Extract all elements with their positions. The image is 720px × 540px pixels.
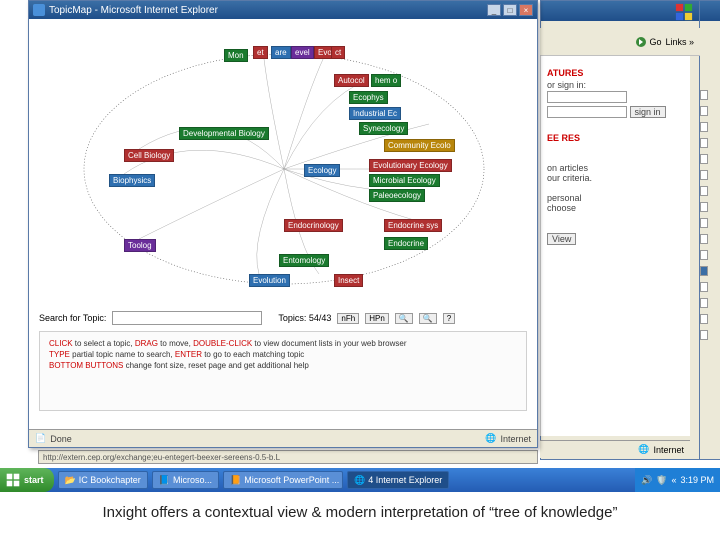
view-button[interactable]: View (547, 233, 576, 245)
features-heading: ATURES (547, 68, 684, 78)
windows-logo-icon (675, 3, 693, 21)
go-label: Go (649, 37, 661, 47)
topic-node[interactable]: Autocol (334, 74, 369, 87)
status-text: Done (50, 434, 72, 444)
topic-node[interactable]: ct (331, 46, 345, 59)
password-field[interactable] (547, 106, 627, 118)
prev-button[interactable]: nFh (337, 313, 359, 324)
free-heading: EE RES (547, 133, 684, 143)
search-bar: Search for Topic: Topics: 54/43 nFh HPn … (39, 311, 527, 325)
topic-node[interactable]: Evolutionary Ecology (369, 159, 452, 172)
topic-node[interactable]: Cell Biology (124, 149, 174, 162)
help-text: CLICK to select a topic, DRAG to move, D… (49, 339, 517, 371)
signin-heading: or sign in: (547, 80, 684, 90)
topic-node[interactable]: Evolution (249, 274, 290, 287)
topic-node[interactable]: Mon (224, 49, 248, 62)
signin-button[interactable]: sign in (630, 106, 666, 118)
globe-icon: 🌐 (485, 433, 496, 444)
topic-node[interactable]: evel (291, 46, 314, 59)
sidebar-text: our criteria. (547, 173, 684, 183)
close-button[interactable]: × (519, 4, 533, 16)
topic-node[interactable]: Ecology (304, 164, 340, 177)
zone-label: Internet (500, 434, 531, 444)
window-title: TopicMap - Microsoft Internet Explorer (49, 5, 218, 16)
taskbar: start 📂IC Bookchapter 📘Microso... 📙Micro… (0, 468, 720, 492)
zone-label: Internet (653, 445, 684, 455)
sidebar-text: choose (547, 203, 684, 213)
topic-node[interactable]: Endocrinology (284, 219, 343, 232)
ie-navbar-partial: Go Links » (540, 28, 700, 56)
tray-icon[interactable]: 🛡️ (656, 475, 667, 486)
topic-node[interactable]: Entomology (279, 254, 329, 267)
windows-logo-icon (6, 473, 20, 487)
taskbar-item[interactable]: 📂IC Bookchapter (58, 471, 148, 489)
start-label: start (24, 475, 44, 485)
statusbar: 📄 Done 🌐 Internet (29, 429, 537, 447)
help-button[interactable]: ? (443, 313, 455, 324)
topic-node[interactable]: Toolog (124, 239, 156, 252)
system-tray[interactable]: 🔊 🛡️ « 3:19 PM (635, 468, 720, 492)
next-button[interactable]: HPn (365, 313, 389, 324)
maximize-button[interactable]: □ (503, 4, 517, 16)
background-sidebar: ATURES or sign in: sign in EE RES on art… (540, 56, 690, 436)
doc-icon: 📄 (35, 433, 46, 444)
bg-statusbar: 🌐 Internet (540, 440, 690, 458)
zoom-out-button[interactable]: 🔍 (419, 313, 437, 324)
topic-node[interactable]: et (253, 46, 268, 59)
topic-node[interactable]: Biophysics (109, 174, 155, 187)
globe-icon: 🌐 (638, 444, 649, 455)
topic-node[interactable]: Community Ecolo (384, 139, 455, 152)
start-button[interactable]: start (0, 468, 54, 492)
topic-node[interactable]: hem o (371, 74, 401, 87)
clock: 3:19 PM (680, 475, 714, 485)
sidebar-text: personal (547, 193, 684, 203)
tray-expand-icon[interactable]: « (671, 475, 676, 485)
go-button[interactable]: Go (635, 36, 661, 48)
titlebar[interactable]: TopicMap - Microsoft Internet Explorer _… (29, 1, 537, 19)
topic-node[interactable]: are (271, 46, 291, 59)
topic-node[interactable]: Synecology (359, 122, 408, 135)
minimize-button[interactable]: _ (487, 4, 501, 16)
topic-node[interactable]: Developmental Biology (179, 127, 269, 140)
topic-node[interactable]: Paleoecology (369, 189, 425, 202)
zoom-in-button[interactable]: 🔍 (395, 313, 413, 324)
topics-count: Topics: 54/43 (278, 313, 331, 323)
topic-node[interactable]: Industrial Ec (349, 107, 401, 120)
scroll-indicator-stack (700, 90, 708, 340)
topic-node[interactable]: Endocrine sys (384, 219, 442, 232)
ie-icon (33, 4, 45, 16)
taskbar-item[interactable]: 📘Microso... (152, 471, 219, 489)
username-field[interactable] (547, 91, 627, 103)
bg-urlbar: http://extern.cep.org/exchange;eu-entege… (38, 450, 538, 464)
sidebar-text: on articles (547, 163, 684, 173)
links-menu[interactable]: Links » (665, 37, 694, 47)
search-input[interactable] (112, 311, 262, 325)
topic-node[interactable]: Ecophys (349, 91, 388, 104)
slide-caption: Inxight offers a contextual view & moder… (0, 504, 720, 521)
topic-map-canvas[interactable]: MonetareevelEvoctAutocolhem oEcophysIndu… (29, 19, 537, 329)
arrow-right-icon (635, 36, 647, 48)
taskbar-item-active[interactable]: 🌐4 Internet Explorer (347, 471, 449, 489)
taskbar-item[interactable]: 📙Microsoft PowerPoint ... (223, 471, 343, 489)
tray-icon[interactable]: 🔊 (641, 475, 652, 486)
topic-node[interactable]: Microbial Ecology (369, 174, 440, 187)
topic-node[interactable]: Endocrine (384, 237, 428, 250)
search-label: Search for Topic: (39, 313, 106, 323)
topic-node[interactable]: Insect (334, 274, 363, 287)
topicmap-window: TopicMap - Microsoft Internet Explorer _… (28, 0, 538, 448)
